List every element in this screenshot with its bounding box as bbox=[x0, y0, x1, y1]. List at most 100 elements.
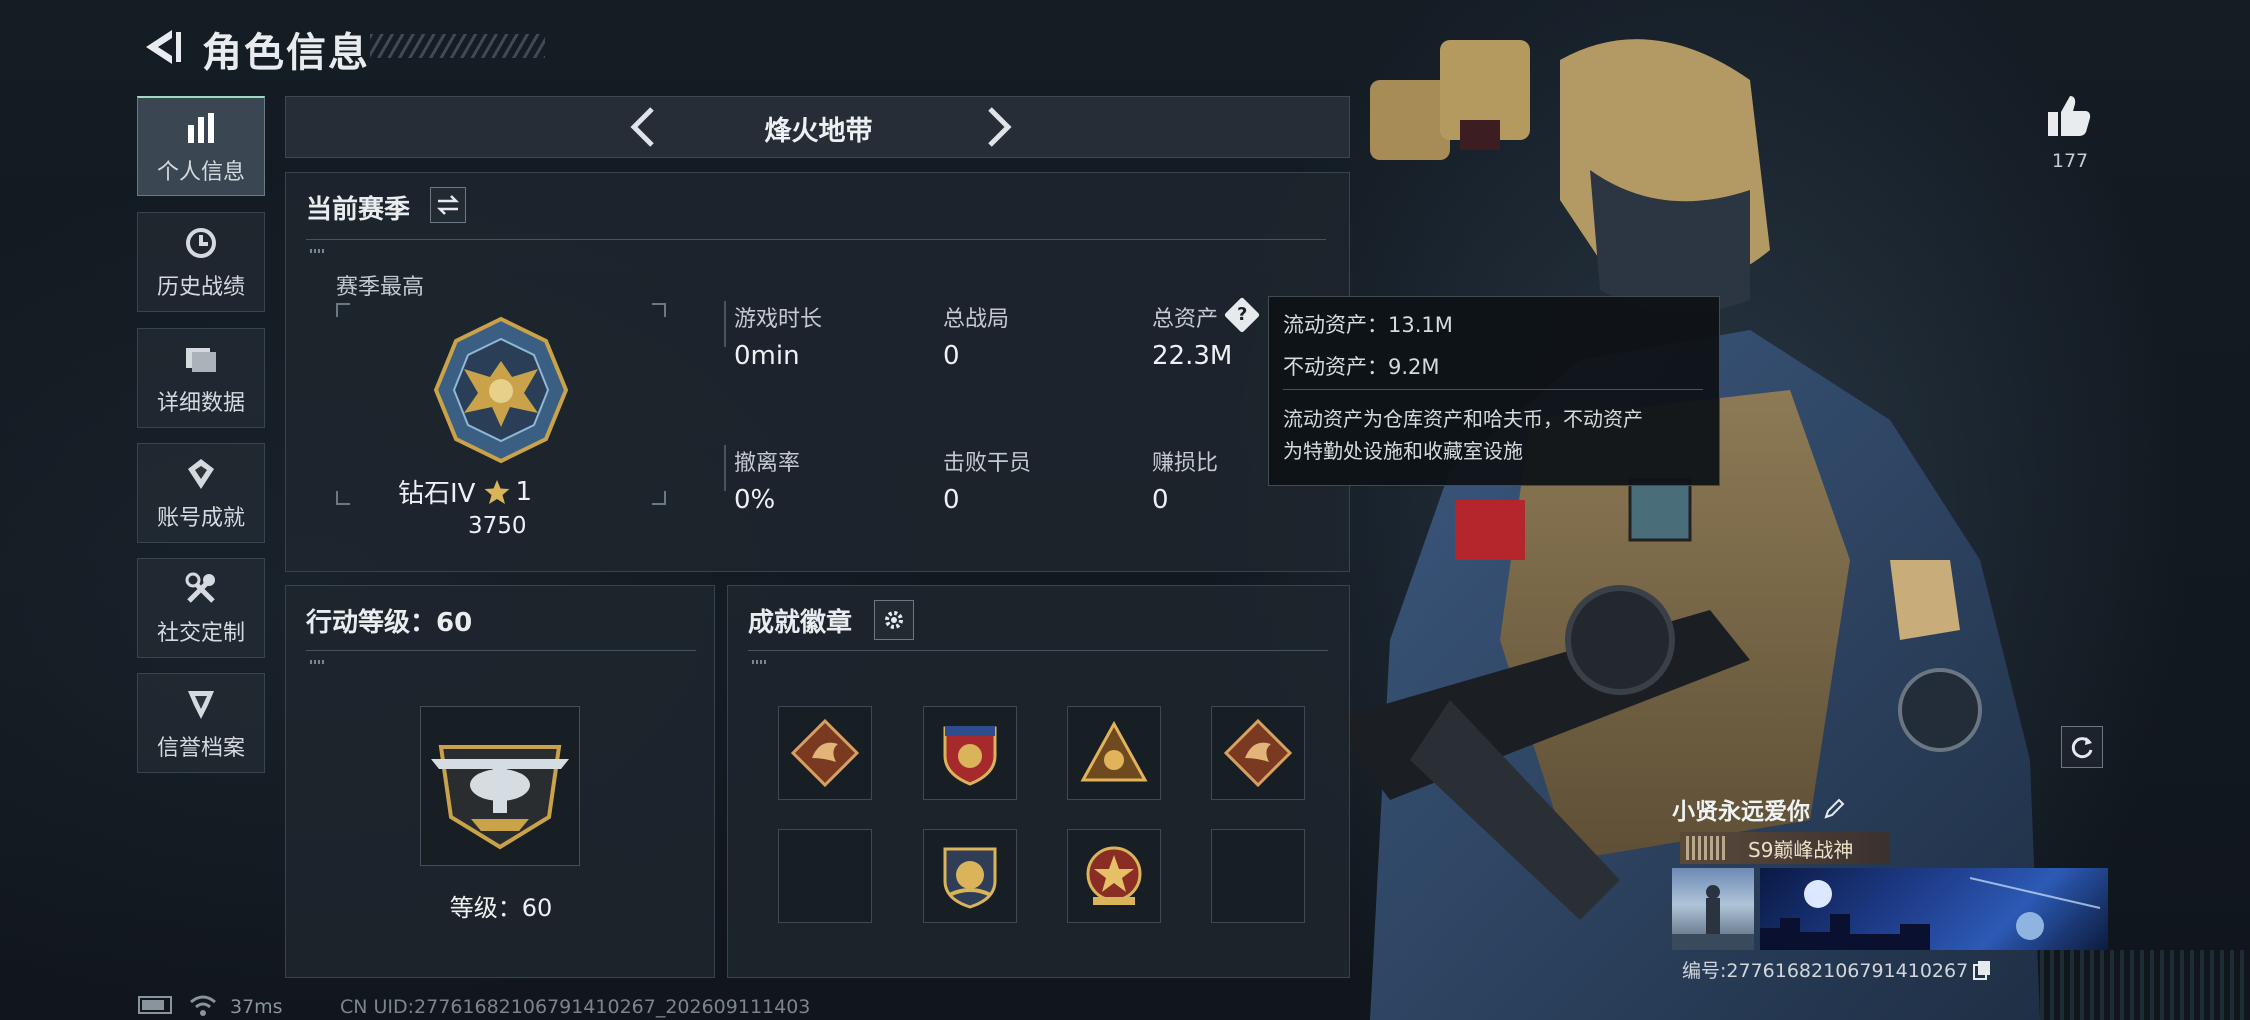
stat-value: 22.3M bbox=[1152, 341, 1233, 371]
badge-slot-empty[interactable] bbox=[778, 829, 872, 923]
switch-season-button[interactable] bbox=[430, 187, 466, 223]
stat-value: 0 bbox=[943, 485, 960, 515]
next-mode-arrow-icon[interactable] bbox=[978, 105, 1018, 149]
player-id-row: 编号:27761682106791410267 bbox=[1682, 956, 1992, 983]
badges-title: 成就徽章 bbox=[748, 608, 853, 638]
star-emblem-badge-icon bbox=[1086, 846, 1142, 905]
aircraft-level-emblem-icon bbox=[431, 745, 569, 850]
stat-label: 游戏时长 bbox=[734, 307, 823, 332]
gear-icon bbox=[885, 611, 903, 629]
tick-decoration bbox=[752, 660, 768, 664]
stat-label: 击败干员 bbox=[943, 451, 1032, 476]
rank-name: 钻石IV bbox=[398, 479, 476, 509]
tools-icon bbox=[181, 569, 221, 609]
avatar[interactable] bbox=[1672, 868, 1754, 950]
badge-slot[interactable] bbox=[1067, 706, 1161, 800]
mode-title: 烽火地带 bbox=[764, 116, 873, 147]
sidebar-item-label: 历史战绩 bbox=[156, 275, 245, 300]
folder-icon bbox=[181, 339, 221, 379]
sidebar-item-label: 个人信息 bbox=[156, 159, 245, 185]
tick-decoration bbox=[310, 660, 326, 664]
tooltip-divider bbox=[1283, 389, 1703, 390]
triangle-badge-icon bbox=[1080, 720, 1148, 782]
fixed-assets-text: 不动资产：9.2M bbox=[1283, 355, 1440, 379]
sidebar-item-reputation[interactable]: 信誉档案 bbox=[137, 673, 265, 773]
season-best-label: 赛季最高 bbox=[336, 275, 425, 300]
frame-corner bbox=[336, 303, 350, 317]
badge-slot[interactable] bbox=[778, 706, 872, 800]
asset-help-icon[interactable]: ? bbox=[1223, 296, 1261, 334]
bar-chart-icon bbox=[181, 108, 221, 148]
sidebar-item-social[interactable]: 社交定制 bbox=[137, 558, 265, 658]
asset-note-line2: 为特勤处设施和收藏室设施 bbox=[1283, 439, 1523, 463]
season-panel: 当前赛季 赛季最高 钻石IV 1 3750 游戏时长 0min 总战局 0 总资… bbox=[285, 172, 1350, 572]
stat-divider bbox=[724, 301, 726, 347]
badge-slot[interactable] bbox=[923, 706, 1017, 800]
copy-icon[interactable] bbox=[1972, 959, 1992, 981]
badge-settings-button[interactable] bbox=[874, 600, 914, 640]
title-badge: S9巅峰战神 bbox=[1680, 832, 1890, 864]
asset-tooltip: 流动资产：13.1M 不动资产：9.2M 流动资产为仓库资产和哈夫币，不动资产 … bbox=[1268, 296, 1720, 486]
dragon-badge-icon bbox=[1223, 718, 1293, 788]
badge-slot[interactable] bbox=[1211, 706, 1305, 800]
night-sky-banner-image bbox=[1760, 877, 2101, 950]
level-text: 等级：60 bbox=[449, 894, 553, 922]
divider bbox=[748, 650, 1328, 651]
divider bbox=[306, 239, 1326, 240]
badge-slot[interactable] bbox=[1067, 829, 1161, 923]
stat-label: 总资产 bbox=[1152, 307, 1219, 332]
battery-icon bbox=[138, 996, 172, 1014]
player-name-row: 小贤永远爱你 bbox=[1672, 792, 1846, 826]
edit-pencil-icon[interactable] bbox=[1822, 797, 1846, 821]
page-title: 角色信息 bbox=[202, 30, 370, 76]
stat-divider bbox=[724, 445, 726, 491]
sidebar-item-personal-info[interactable]: 个人信息 bbox=[137, 96, 265, 196]
title-decoration bbox=[370, 34, 545, 58]
thumbs-up-icon[interactable] bbox=[2046, 94, 2092, 138]
dragon-badge-icon bbox=[790, 718, 860, 788]
badges-panel: 成就徽章 bbox=[727, 585, 1350, 978]
back-arrow-icon[interactable] bbox=[138, 26, 186, 68]
ping-text: 37ms bbox=[230, 996, 283, 1018]
player-name: 小贤永远爱你 bbox=[1672, 799, 1810, 825]
action-level-panel: 行动等级：60 等级：60 bbox=[285, 585, 715, 978]
shield-badge-icon bbox=[943, 726, 997, 786]
badge-slot-empty[interactable] bbox=[1211, 829, 1305, 923]
player-id: 编号:27761682106791410267 bbox=[1682, 960, 1969, 982]
rotate-view-button[interactable] bbox=[2061, 726, 2103, 768]
avatar-figure-icon bbox=[1672, 885, 1754, 950]
profile-banner[interactable] bbox=[1760, 868, 2108, 950]
rank-info: 钻石IV 1 bbox=[398, 473, 532, 510]
operator-character-image bbox=[1330, 39, 2040, 1020]
mode-selector: 烽火地带 bbox=[285, 96, 1350, 158]
frame-corner bbox=[652, 491, 666, 505]
uid-text: CN UID:27761682106791410267_202609111403 bbox=[340, 996, 811, 1018]
stat-label: 撤离率 bbox=[734, 451, 801, 476]
badge-slot[interactable] bbox=[923, 829, 1017, 923]
diamond-rank-emblem-icon bbox=[433, 316, 569, 464]
frame-corner bbox=[336, 491, 350, 505]
sidebar-item-achievements[interactable]: 账号成就 bbox=[137, 443, 265, 543]
stat-value: 0 bbox=[1152, 485, 1169, 515]
sidebar-item-label: 账号成就 bbox=[156, 506, 245, 531]
star-icon bbox=[484, 479, 510, 504]
divider bbox=[306, 650, 696, 651]
round-emblem-badge-icon bbox=[943, 847, 997, 909]
sidebar-item-label: 详细数据 bbox=[156, 391, 245, 416]
sidebar-item-label: 社交定制 bbox=[156, 621, 245, 646]
season-title: 当前赛季 bbox=[306, 195, 411, 225]
stat-value: 0min bbox=[734, 341, 800, 371]
reputation-icon bbox=[181, 684, 221, 724]
refresh-icon bbox=[2071, 737, 2093, 759]
title-badge-text: S9巅峰战神 bbox=[1748, 837, 1854, 862]
liquid-assets-text: 流动资产：13.1M bbox=[1283, 313, 1453, 337]
sidebar-item-history[interactable]: 历史战绩 bbox=[137, 212, 265, 312]
stat-value: 0% bbox=[734, 485, 776, 515]
sidebar-item-label: 信誉档案 bbox=[156, 736, 245, 761]
swap-icon bbox=[436, 195, 460, 215]
level-emblem-frame bbox=[420, 706, 580, 866]
sidebar-item-detail-data[interactable]: 详细数据 bbox=[137, 328, 265, 428]
frame-corner bbox=[652, 303, 666, 317]
stat-label: 赚损比 bbox=[1152, 451, 1219, 476]
like-count: 177 bbox=[2051, 150, 2089, 172]
